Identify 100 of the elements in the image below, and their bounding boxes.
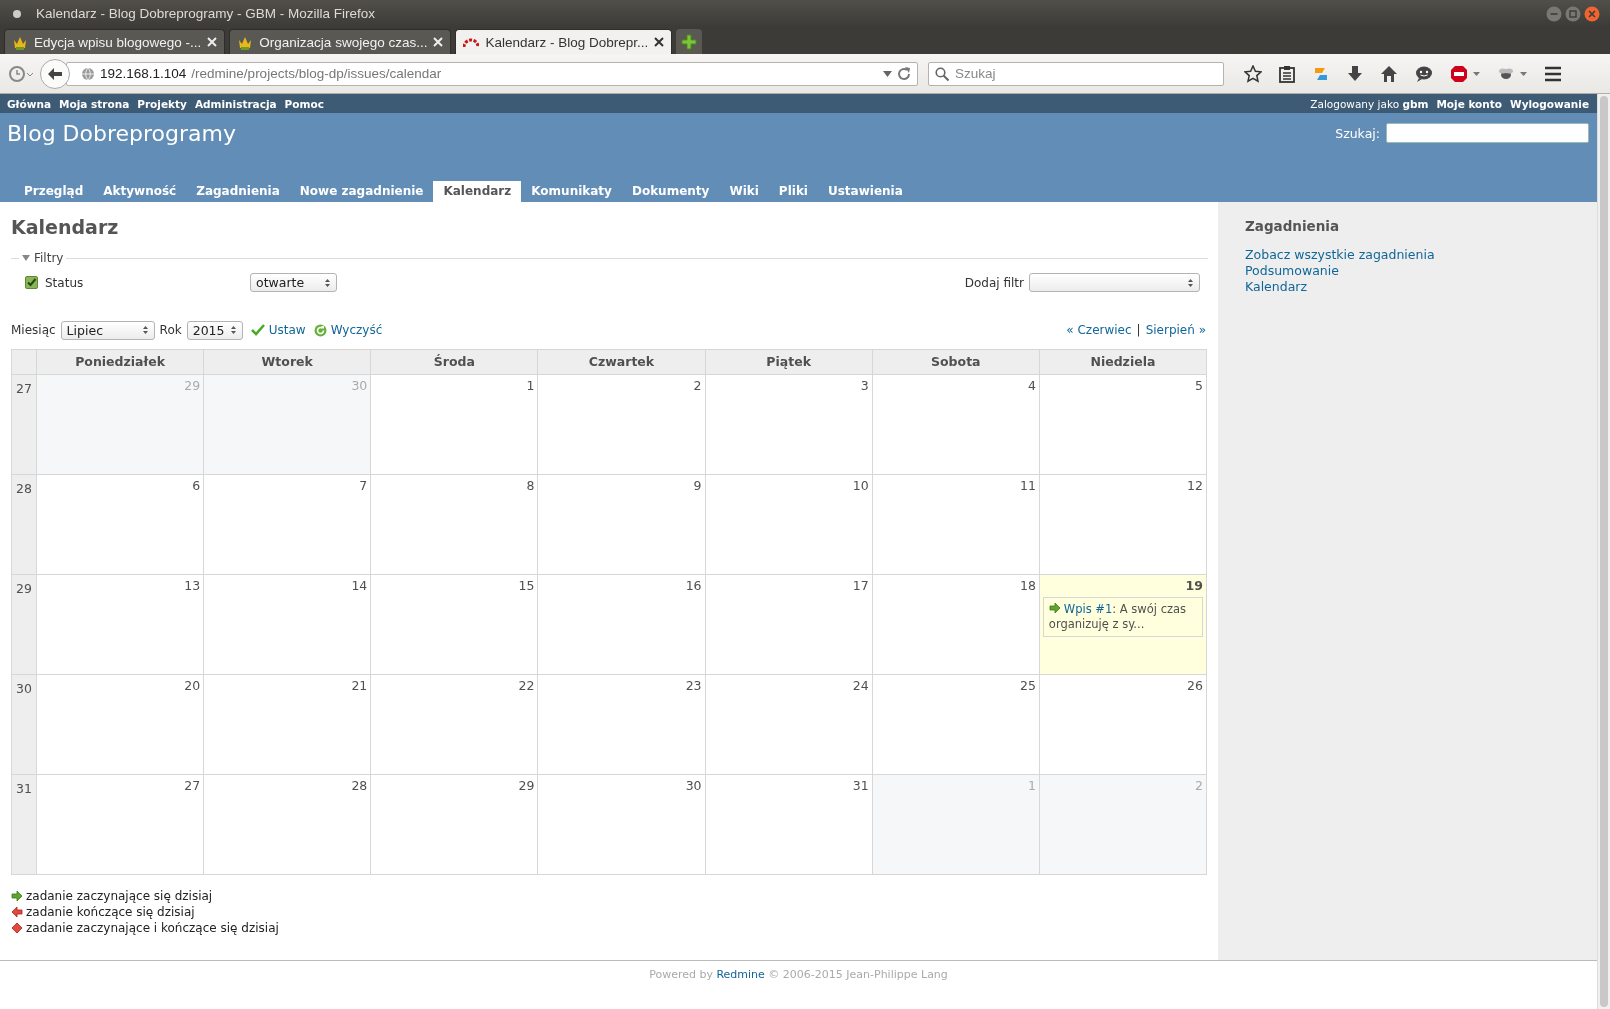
clear-link[interactable]: Wyczyść (330, 323, 383, 337)
previous-month-link[interactable]: « Czerwiec (1066, 323, 1132, 337)
menu-tab[interactable]: Aktywność (93, 181, 187, 202)
stop-sign-icon[interactable] (1450, 64, 1480, 83)
close-icon[interactable] (654, 37, 665, 47)
day-number: 19 (1185, 578, 1203, 593)
day-number: 10 (852, 478, 869, 493)
scrollbar[interactable] (1600, 96, 1608, 1007)
download-icon[interactable] (1347, 64, 1363, 83)
new-tab-button[interactable] (676, 29, 703, 54)
menu-tab[interactable]: Ustawienia (818, 181, 913, 202)
status-select[interactable]: otwarte (250, 273, 337, 292)
address-host: 192.168.1.104 (100, 66, 187, 81)
updown-icon (229, 325, 237, 335)
minimize-icon[interactable] (1546, 5, 1562, 22)
day-number: 13 (184, 578, 201, 593)
weekday-header: Czwartek (538, 350, 705, 374)
top-menu-link[interactable]: Pomoc (284, 97, 324, 110)
top-menu-link[interactable]: Główna (7, 97, 51, 110)
project-title: Blog Dobreprogramy (7, 121, 237, 146)
menu-tab[interactable]: Kalendarz (433, 181, 522, 202)
day-number: 17 (852, 578, 869, 593)
day-number: 6 (192, 478, 201, 493)
history-icon[interactable] (8, 64, 34, 83)
clipboard-icon[interactable] (1279, 64, 1295, 83)
maximize-icon[interactable] (1565, 5, 1581, 22)
account-link[interactable]: Wylogowanie (1510, 97, 1589, 110)
redmine-link[interactable]: Redmine (716, 968, 765, 981)
month-select[interactable]: Lipiec (60, 320, 155, 340)
menu-tab[interactable]: Pliki (768, 181, 818, 202)
browser-tab[interactable]: Organizacja swojego czas... (229, 29, 452, 54)
reload-icon[interactable] (897, 66, 911, 81)
day-number: 28 (351, 778, 368, 793)
updown-icon (324, 277, 331, 288)
day-number: 14 (351, 578, 368, 593)
day-number: 15 (518, 578, 535, 593)
year-select[interactable]: 2015 (186, 320, 243, 340)
add-filter-label: Dodaj filtr (964, 275, 1024, 290)
browser-tab[interactable]: Edycja wpisu blogowego -... (4, 29, 226, 54)
day-number: 30 (685, 778, 702, 793)
menu-tab[interactable]: Przegląd (14, 181, 94, 202)
sidebar-link[interactable]: Zobacz wszystkie zagadnienia (1245, 247, 1597, 263)
day-number: 11 (1019, 478, 1036, 493)
day-number: 2 (693, 378, 702, 393)
day-number: 4 (1027, 378, 1036, 393)
top-menu-link[interactable]: Moja strona (59, 97, 130, 110)
month-label: Miesiąc (11, 323, 56, 337)
top-menu-link[interactable]: Projekty (137, 97, 187, 110)
menu-tab[interactable]: Wiki (719, 181, 769, 202)
menu-tab[interactable]: Nowe zagadnienie (289, 181, 434, 202)
menu-tab[interactable]: Zagadnienia (186, 181, 290, 202)
window-menu-icon (12, 8, 22, 19)
menu-tab[interactable]: Komunikaty (521, 181, 622, 202)
week-number: 30 (12, 675, 36, 774)
day-number: 20 (184, 678, 201, 693)
arrow-icon (1048, 602, 1061, 614)
dropdown-icon[interactable] (883, 70, 892, 77)
legend-text: zadanie kończące się dzisiaj (26, 905, 195, 919)
updown-icon (141, 325, 149, 335)
day-number: 26 (1187, 678, 1203, 693)
star-icon[interactable] (1244, 64, 1262, 83)
reload-icon (313, 323, 327, 337)
menu-icon[interactable] (1544, 65, 1562, 82)
weekday-header: Sobota (872, 350, 1039, 374)
day-number: 23 (685, 678, 702, 693)
day-number: 1 (1027, 778, 1036, 793)
issue-text: Wpis #1: A swój czas organizuję z sy... (1048, 602, 1187, 631)
chat-icon[interactable] (1415, 64, 1433, 83)
day-number: 5 (1195, 378, 1203, 393)
filters-toggle[interactable]: Filtry (34, 251, 64, 265)
sidebar-link[interactable]: Kalendarz (1245, 279, 1597, 295)
address-field[interactable]: 192.168.1.104 /redmine/projects/blog-dp/issues/calendar (66, 61, 918, 86)
calendar-corner (12, 350, 36, 374)
home-icon[interactable] (1380, 64, 1398, 83)
next-month-link[interactable]: Sierpień » (1145, 323, 1206, 337)
day-number: 25 (1019, 678, 1036, 693)
globe-icon (81, 66, 95, 81)
legend-text: zadanie zaczynające i kończące się dzisiaj (26, 921, 279, 935)
back-button[interactable] (40, 58, 70, 89)
address-path: /redmine/projects/blog-dp/issues/calendar (191, 66, 443, 81)
week-number: 27 (12, 375, 36, 474)
menu-tab[interactable]: Dokumenty (621, 181, 720, 202)
weekday-header: Środa (371, 350, 538, 374)
account-link[interactable]: Moje konto (1436, 97, 1503, 110)
plus-icon (681, 33, 698, 50)
apply-link[interactable]: Ustaw (268, 323, 306, 337)
day-number: 3 (860, 378, 869, 393)
link-separator: | (1136, 323, 1141, 337)
day-number: 8 (526, 478, 535, 493)
sidebar-link[interactable]: Podsumowanie (1245, 263, 1597, 279)
legend-text: zadanie zaczynające się dzisiaj (26, 889, 213, 903)
search-icon (935, 66, 949, 81)
updown-icon (1187, 277, 1194, 288)
browser-tab[interactable]: Kalendarz - Blog Dobrepr... (455, 29, 673, 54)
login-status: Zalogowany jako gbm (1310, 97, 1429, 110)
day-number: 29 (518, 778, 535, 793)
top-menu-link[interactable]: Administracja (194, 97, 277, 110)
search-field[interactable] (1386, 123, 1589, 143)
search-field[interactable]: Szukaj (928, 61, 1224, 86)
checkbox-checked-icon[interactable] (25, 276, 38, 289)
